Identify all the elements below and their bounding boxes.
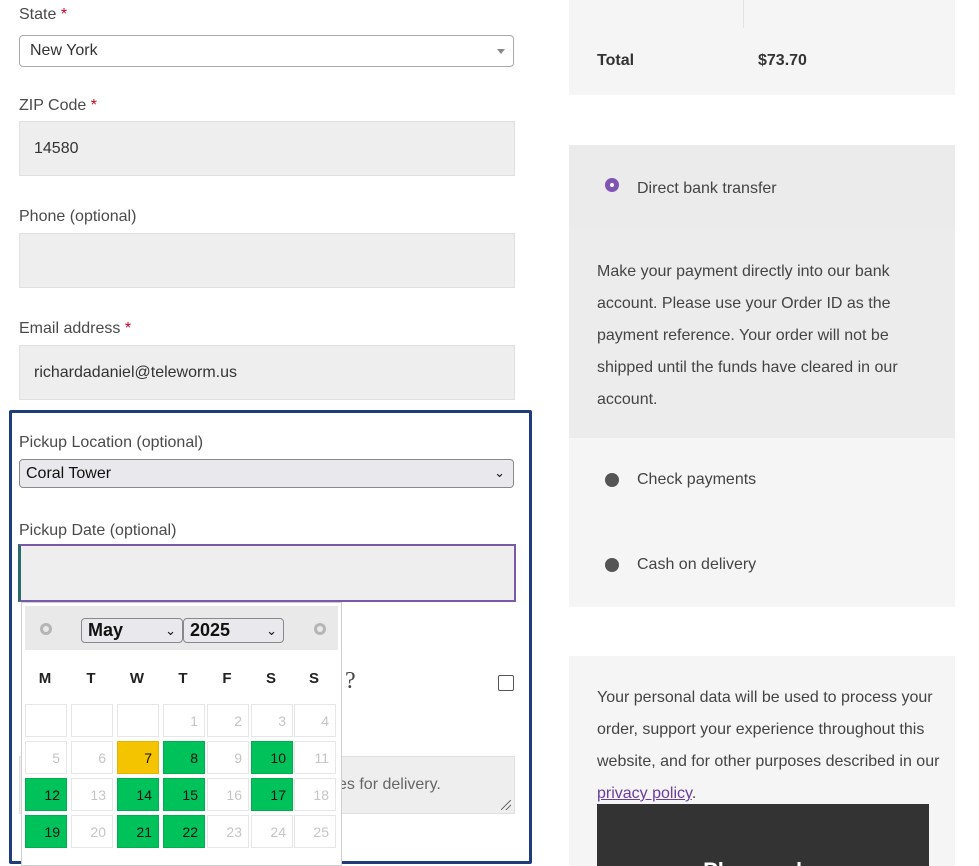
weekday-label: W (129, 670, 145, 687)
calendar-day[interactable]: 21 (117, 815, 159, 848)
zip-label: ZIP Code * (19, 97, 97, 114)
radio-icon[interactable] (605, 473, 619, 487)
payment-label-check[interactable]: Check payments (637, 471, 756, 489)
calendar-day (25, 704, 67, 737)
phone-field[interactable] (19, 233, 515, 288)
chevron-down-icon: ⌄ (165, 623, 176, 638)
required-mark: * (60, 6, 68, 23)
state-value: New York (30, 42, 98, 59)
year-select[interactable]: 2025 ⌄ (183, 618, 284, 643)
calendar-day: 20 (71, 815, 113, 848)
total-value: $73.70 (758, 52, 807, 69)
question-text-tail: ? (345, 668, 356, 694)
calendar-day (71, 704, 113, 737)
resize-handle-icon[interactable] (501, 800, 511, 810)
delivery-checkbox[interactable] (498, 675, 514, 691)
privacy-text-end: . (691, 785, 697, 802)
calendar-day[interactable]: 22 (163, 815, 205, 848)
calendar-day[interactable]: 7 (117, 741, 159, 774)
calendar-day: 5 (25, 741, 67, 774)
next-month-icon[interactable] (314, 623, 326, 635)
pickup-date-label: Pickup Date (optional) (19, 522, 177, 539)
payment-label-bank-transfer[interactable]: Direct bank transfer (637, 180, 777, 198)
year-value: 2025 (190, 620, 231, 640)
calendar-day: 6 (71, 741, 113, 774)
calendar-day (117, 704, 159, 737)
calendar-day: 13 (71, 778, 113, 811)
privacy-policy-link[interactable]: privacy policy (597, 785, 692, 802)
calendar-day: 23 (207, 815, 249, 848)
required-mark: * (124, 320, 132, 337)
pickup-date-input[interactable] (18, 544, 516, 602)
weekday-label: T (86, 670, 96, 687)
calendar-day: 16 (207, 778, 249, 811)
zip-field[interactable]: 14580 (19, 121, 515, 176)
weekday-label: T (178, 670, 188, 687)
radio-selected-icon[interactable] (605, 178, 619, 192)
pickup-location-select[interactable]: Coral Tower ⌄ (19, 459, 514, 488)
place-order-label: Place order (597, 858, 929, 866)
calendar-day[interactable]: 14 (117, 778, 159, 811)
required-mark: * (90, 97, 97, 114)
calendar-day: 2 (207, 704, 249, 737)
order-notes-placeholder: es for delivery. (338, 776, 441, 793)
zip-value: 14580 (34, 140, 79, 157)
calendar-day[interactable]: 19 (25, 815, 67, 848)
prev-month-icon[interactable] (40, 623, 52, 635)
calendar-day[interactable]: 15 (163, 778, 205, 811)
calendar-day: 3 (251, 704, 293, 737)
pickup-location-label: Pickup Location (optional) (19, 434, 204, 451)
weekday-label: F (222, 670, 232, 687)
chevron-down-icon: ⌄ (494, 465, 505, 480)
calendar-day: 24 (251, 815, 293, 848)
calendar-day: 25 (294, 815, 336, 848)
month-select[interactable]: May ⌄ (81, 618, 183, 643)
month-value: May (88, 620, 124, 640)
radio-icon[interactable] (605, 558, 619, 572)
state-label: State * (19, 6, 68, 23)
calendar-day: 9 (207, 741, 249, 774)
payment-label-cod[interactable]: Cash on delivery (637, 556, 756, 574)
divider (743, 0, 744, 28)
calendar-day[interactable]: 17 (251, 778, 293, 811)
weekday-label: S (308, 670, 319, 687)
calendar-day[interactable]: 10 (251, 741, 293, 774)
calendar-day[interactable]: 8 (163, 741, 205, 774)
weekday-label: M (38, 670, 52, 687)
phone-label: Phone (optional) (19, 208, 137, 225)
email-label: Email address * (19, 320, 132, 337)
total-label: Total (597, 52, 635, 69)
email-field[interactable]: richardadaniel@teleworm.us (19, 345, 515, 400)
bank-transfer-description: Make your payment directly into our bank… (597, 263, 898, 408)
calendar-day: 11 (294, 741, 336, 774)
state-select[interactable]: New York (19, 35, 514, 67)
privacy-text: Your personal data will be used to proce… (597, 689, 940, 770)
datepicker: May ⌄ 2025 ⌄ M T W T F S S 1 2 3 4 5 6 7 8 9 10 11… (21, 602, 342, 866)
calendar-day[interactable]: 12 (25, 778, 67, 811)
privacy-notice: Your personal data will be used to proce… (597, 682, 942, 810)
calendar-day: 1 (163, 704, 205, 737)
email-value: richardadaniel@teleworm.us (34, 364, 237, 381)
place-order-button[interactable]: Place order (597, 804, 929, 866)
datepicker-header: May ⌄ 2025 ⌄ (25, 606, 338, 650)
chevron-down-icon (497, 49, 505, 54)
calendar-day: 4 (294, 704, 336, 737)
calendar-day: 18 (294, 778, 336, 811)
pickup-location-value: Coral Tower (26, 465, 112, 482)
weekday-label: S (265, 670, 276, 687)
chevron-down-icon: ⌄ (266, 623, 277, 638)
order-totals (569, 0, 955, 95)
